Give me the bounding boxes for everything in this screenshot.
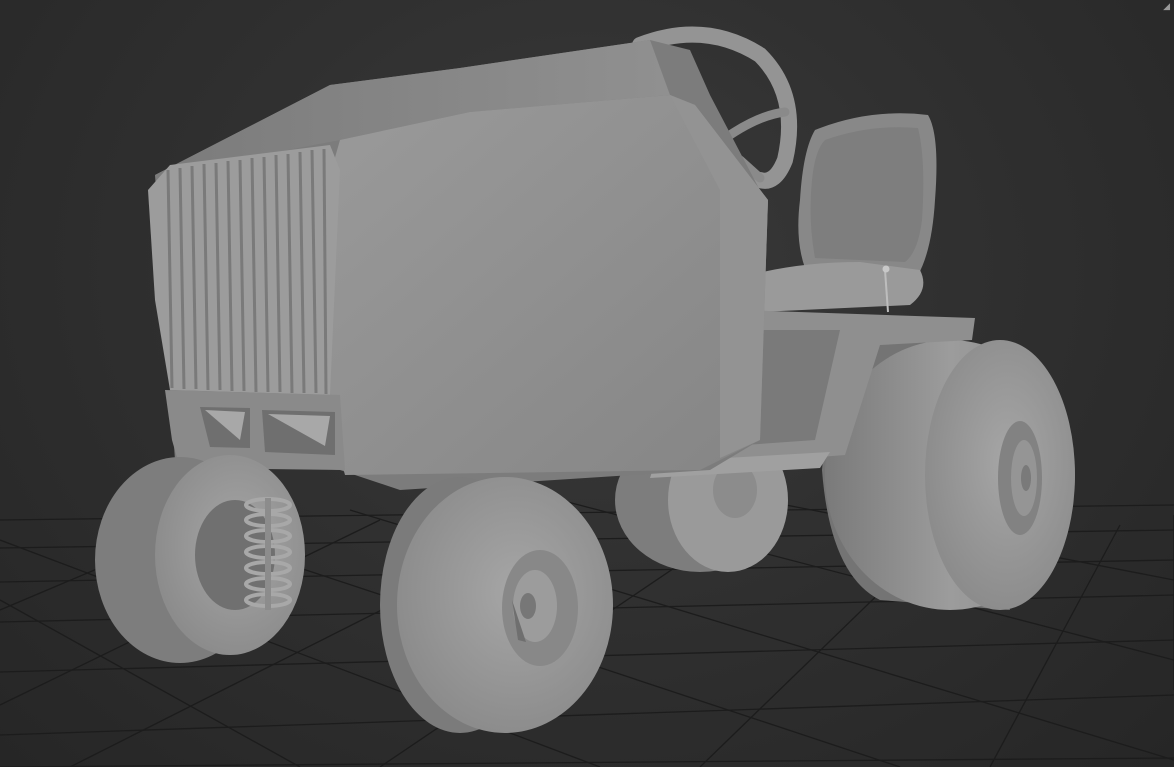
- front-wheel-right[interactable]: [380, 477, 613, 733]
- front-wheel-left[interactable]: [95, 455, 305, 663]
- viewcube-corner-icon[interactable]: ◢: [1158, 2, 1170, 12]
- seat[interactable]: [746, 113, 937, 313]
- hood-grille[interactable]: [148, 145, 345, 470]
- viewport-canvas[interactable]: [0, 0, 1174, 767]
- 3d-viewport[interactable]: ◢: [0, 0, 1174, 767]
